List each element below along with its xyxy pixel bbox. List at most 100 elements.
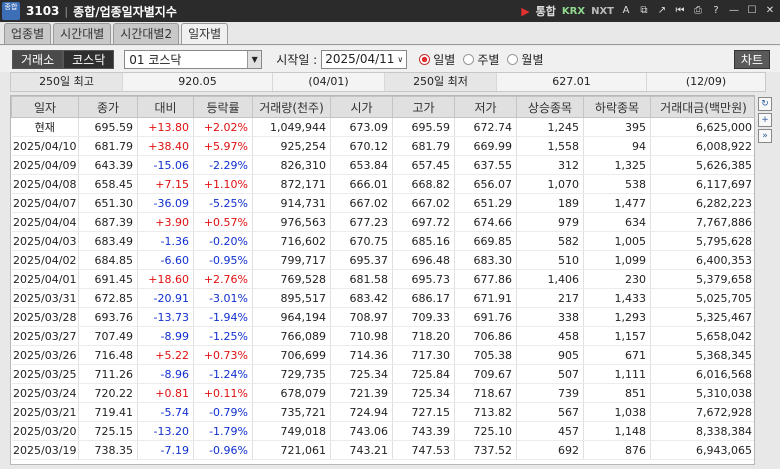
table-cell: 766,089 xyxy=(252,326,331,346)
table-cell: 643.39 xyxy=(78,155,138,175)
radio-weekly[interactable]: 주별 xyxy=(463,51,499,68)
calendar-dropdown-icon[interactable]: ∨ xyxy=(394,50,407,68)
column-header[interactable]: 거래량(천주) xyxy=(252,96,331,118)
radio-monthly-label: 월별 xyxy=(521,52,544,67)
table-row[interactable]: 2025/03/25 711.26 -8.96 -1.24% 729,735 725.34… xyxy=(11,364,754,384)
krx-button[interactable]: KRX xyxy=(562,6,585,17)
title-bar: 종합 3103 | 종합/업종일자별지수 ▶ 통합 KRX NXT A ⧉ ↗ … xyxy=(0,0,780,22)
help-icon[interactable]: ? xyxy=(710,5,722,17)
table-cell: -1.25% xyxy=(193,326,253,346)
table-cell: +5.97% xyxy=(193,136,253,156)
radio-monthly[interactable]: 월별 xyxy=(507,51,544,68)
table-cell: -0.20% xyxy=(193,231,253,251)
table-row[interactable]: 2025/04/10 681.79 +38.40 +5.97% 925,254 670.1… xyxy=(11,136,754,156)
maximize-icon[interactable]: ☐ xyxy=(746,5,758,17)
first-page-icon[interactable]: ⏮ xyxy=(674,5,686,17)
chart-button[interactable]: 차트 xyxy=(733,49,770,69)
column-header[interactable]: 거래대금(백만원) xyxy=(650,96,754,118)
table-cell: 6,625,000 xyxy=(650,117,754,137)
table-cell: 5,658,042 xyxy=(650,326,754,346)
table-cell: 706,699 xyxy=(252,345,331,365)
index-table-container[interactable]: 일자 종가 대비 등락률 거래량(천주) 시가 고가 저가 상승종목 하락종목 거래대금(백만원) … xyxy=(10,95,755,465)
column-header[interactable]: 대비 xyxy=(137,96,194,118)
link-icon[interactable]: ↗ xyxy=(656,5,668,17)
table-cell: 695.37 xyxy=(330,250,393,270)
market-kosdaq-button[interactable]: 코스닥 xyxy=(63,49,115,69)
tab-sector[interactable]: 업종별 xyxy=(4,23,52,44)
column-header[interactable]: 저가 xyxy=(454,96,517,118)
table-row[interactable]: 2025/03/31 672.85 -20.91 -3.01% 895,517 683.4… xyxy=(11,288,754,308)
table-cell: 719.41 xyxy=(78,402,138,422)
tab-hourly[interactable]: 시간대별 xyxy=(53,23,112,44)
title-divider: | xyxy=(64,4,69,18)
market-kospi-button[interactable]: 거래소 xyxy=(12,49,64,69)
scroll-down-icon[interactable]: » xyxy=(758,129,772,143)
radio-weekly-label: 주별 xyxy=(477,52,500,67)
table-row[interactable]: 2025/04/09 643.39 -15.06 -2.29% 826,310 653.8… xyxy=(11,155,754,175)
table-row[interactable]: 2025/03/26 716.48 +5.22 +0.73% 706,699 714.36… xyxy=(11,345,754,365)
filter-toolbar: 거래소 코스닥 01 코스닥 ▼ 시작일 : 2025/04/11 ∨ 일별 주… xyxy=(0,46,780,72)
radio-daily[interactable]: 일별 xyxy=(419,51,455,68)
table-cell: 826,310 xyxy=(252,155,331,175)
nxt-button[interactable]: NXT xyxy=(591,6,614,17)
table-cell: 2025/03/26 xyxy=(11,345,79,365)
table-row[interactable]: 2025/04/03 683.49 -1.36 -0.20% 716,602 670.75… xyxy=(11,231,754,251)
table-row[interactable]: 2025/04/07 651.30 -36.09 -5.25% 914,731 667.0… xyxy=(11,193,754,213)
table-cell: +13.80 xyxy=(137,117,194,137)
table-row[interactable]: 2025/04/01 691.45 +18.60 +2.76% 769,528 681.5… xyxy=(11,269,754,289)
tab-hourly2[interactable]: 시간대별2 xyxy=(113,23,180,44)
close-icon[interactable]: ✕ xyxy=(764,5,776,17)
table-row[interactable]: 2025/03/20 725.15 -13.20 -1.79% 749,018 743.0… xyxy=(11,421,754,441)
table-row[interactable]: 2025/04/02 684.85 -6.60 -0.95% 799,717 695.37… xyxy=(11,250,754,270)
refresh-icon[interactable]: ↻ xyxy=(758,97,772,111)
chevron-down-icon[interactable]: ▼ xyxy=(247,50,262,68)
tab-daily[interactable]: 일자별 xyxy=(181,23,229,45)
table-cell: 709.33 xyxy=(392,307,455,327)
play-icon[interactable]: ▶ xyxy=(521,5,529,18)
column-header[interactable]: 하락종목 xyxy=(583,96,651,118)
add-icon[interactable]: + xyxy=(758,113,772,127)
column-header[interactable]: 시가 xyxy=(330,96,393,118)
table-cell: 2025/03/25 xyxy=(11,364,79,384)
table-row[interactable]: 2025/03/27 707.49 -8.99 -1.25% 766,089 710.98… xyxy=(11,326,754,346)
table-row[interactable]: 2025/03/21 719.41 -5.74 -0.79% 735,721 724.94… xyxy=(11,402,754,422)
table-cell: 724.94 xyxy=(330,402,393,422)
column-header[interactable]: 상승종목 xyxy=(516,96,584,118)
minimize-icon[interactable]: — xyxy=(728,5,740,17)
start-date-input[interactable]: 2025/04/11 ∨ xyxy=(321,49,408,69)
table-cell: 1,406 xyxy=(516,269,584,289)
table-cell: 395 xyxy=(583,117,651,137)
column-header[interactable]: 등락률 xyxy=(193,96,253,118)
print-icon[interactable]: ⎙ xyxy=(692,5,704,17)
table-cell: 2025/03/20 xyxy=(11,421,79,441)
table-row[interactable]: 2025/03/19 738.35 -7.19 -0.96% 721,061 743.21… xyxy=(11,440,754,460)
table-cell: 925,254 xyxy=(252,136,331,156)
table-row[interactable]: 2025/04/04 687.39 +3.90 +0.57% 976,563 677.23… xyxy=(11,212,754,232)
table-cell: 739 xyxy=(516,383,584,403)
table-cell: 747.53 xyxy=(392,440,455,460)
table-cell: -1.24% xyxy=(193,364,253,384)
table-row[interactable]: 현재 695.59 +13.80 +2.02% 1,049,944 673.09 695.5… xyxy=(11,117,754,137)
column-header[interactable]: 일자 xyxy=(11,96,79,118)
table-row[interactable]: 2025/04/08 658.45 +7.15 +1.10% 872,171 666.01… xyxy=(11,174,754,194)
integrated-button[interactable]: 통합 xyxy=(536,3,556,19)
table-row[interactable]: 2025/03/28 693.76 -13.73 -1.94% 964,194 708.9… xyxy=(11,307,754,327)
font-icon[interactable]: A xyxy=(620,5,632,17)
tab-divider xyxy=(0,44,780,45)
column-header[interactable]: 고가 xyxy=(392,96,455,118)
popout-icon[interactable]: ⧉ xyxy=(638,5,650,17)
table-cell: 678,079 xyxy=(252,383,331,403)
table-cell: 677.86 xyxy=(454,269,517,289)
table-cell: 729,735 xyxy=(252,364,331,384)
table-cell: 2025/03/19 xyxy=(11,440,79,460)
table-row[interactable]: 2025/03/24 720.22 +0.81 +0.11% 678,079 721.39… xyxy=(11,383,754,403)
sector-select[interactable]: 01 코스닥 ▼ xyxy=(124,49,263,69)
table-cell: 189 xyxy=(516,193,584,213)
table-cell: 651.29 xyxy=(454,193,517,213)
table-cell: 720.22 xyxy=(78,383,138,403)
titlebar-controls: ▶ 통합 KRX NXT A ⧉ ↗ ⏮ ⎙ ? — ☐ ✕ xyxy=(521,3,780,19)
column-header[interactable]: 종가 xyxy=(78,96,138,118)
table-cell: 657.45 xyxy=(392,155,455,175)
table-cell: 658.45 xyxy=(78,174,138,194)
table-cell: 673.09 xyxy=(330,117,393,137)
